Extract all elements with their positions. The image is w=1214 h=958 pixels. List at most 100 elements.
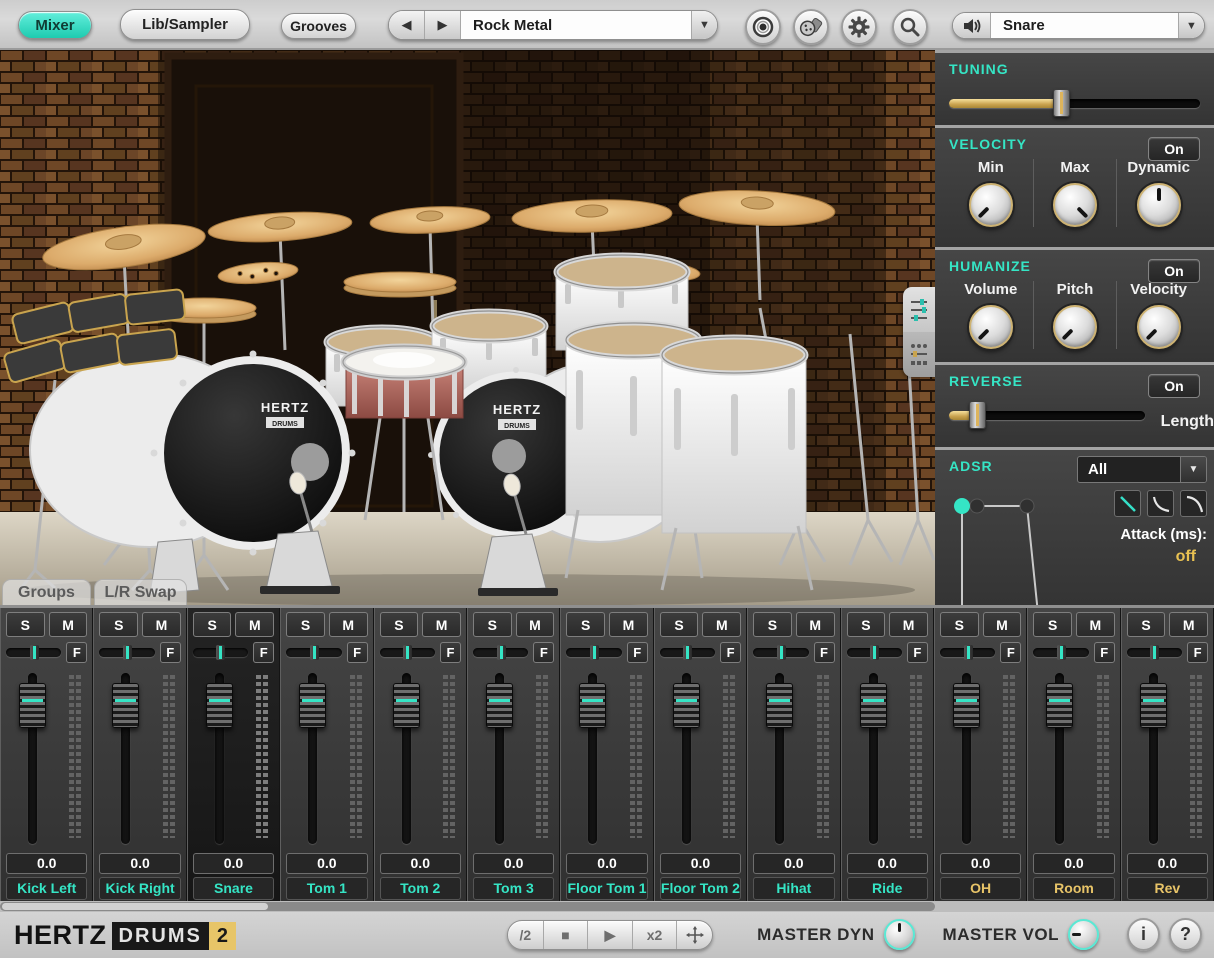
fader-handle[interactable] [579, 683, 606, 728]
reverse-on-button[interactable]: On [1148, 374, 1200, 398]
lib-sampler-tab-button[interactable]: Lib/Sampler [120, 9, 250, 40]
info-button[interactable]: i [1127, 918, 1160, 951]
mute-button[interactable]: M [1169, 612, 1208, 637]
solo-button[interactable]: S [1033, 612, 1072, 637]
pan-handle[interactable] [590, 645, 599, 660]
velocity-dynamic-knob[interactable] [1137, 183, 1181, 227]
fx-button[interactable]: F [66, 642, 87, 663]
reverse-length-slider[interactable] [949, 401, 1145, 429]
pan-handle[interactable] [870, 645, 879, 660]
pan-slider[interactable] [847, 648, 902, 657]
preset-next-button[interactable]: ▶ [425, 11, 461, 39]
mute-button[interactable]: M [49, 612, 88, 637]
velocity-min-knob[interactable] [969, 183, 1013, 227]
pan-handle[interactable] [403, 645, 412, 660]
mixer-channel-kick-left[interactable]: SMF0.0Kick Left [0, 608, 93, 901]
solo-button[interactable]: S [847, 612, 886, 637]
velocity-on-button[interactable]: On [1148, 137, 1200, 161]
fx-button[interactable]: F [1000, 642, 1021, 663]
move-button[interactable] [677, 921, 712, 949]
channel-name[interactable]: Rev [1127, 877, 1208, 900]
mute-button[interactable]: M [1076, 612, 1115, 637]
pan-handle[interactable] [1057, 645, 1066, 660]
solo-button[interactable]: S [286, 612, 325, 637]
channel-name[interactable]: Floor Tom 2 [660, 877, 741, 900]
double-tempo-button[interactable]: x2 [633, 921, 677, 949]
mixer-channel-tom-1[interactable]: SMF0.0Tom 1 [280, 608, 373, 901]
mixer-channel-kick-right[interactable]: SMF0.0Kick Right [93, 608, 186, 901]
groups-tab[interactable]: Groups [2, 579, 91, 605]
drum-kit-scene[interactable]: HERTZ DRUMS HERTZ DRUMS [0, 50, 935, 605]
solo-button[interactable]: S [473, 612, 512, 637]
solo-button[interactable]: S [1127, 612, 1166, 637]
mute-button[interactable]: M [983, 612, 1022, 637]
midi-button[interactable] [793, 9, 829, 45]
solo-button[interactable]: S [660, 612, 699, 637]
linear-curve-icon[interactable] [1114, 490, 1141, 517]
fx-button[interactable]: F [440, 642, 461, 663]
pan-slider[interactable] [473, 648, 528, 657]
mixer-view-button[interactable] [903, 287, 935, 332]
fx-button[interactable]: F [627, 642, 648, 663]
record-button[interactable] [745, 9, 781, 45]
mixer-channel-ride[interactable]: SMF0.0Ride [841, 608, 934, 901]
channel-name[interactable]: Hihat [753, 877, 834, 900]
fx-button[interactable]: F [1094, 642, 1115, 663]
mixer-channel-rev[interactable]: SMF0.0Rev [1121, 608, 1214, 901]
fader-handle[interactable] [299, 683, 326, 728]
fader-handle[interactable] [766, 683, 793, 728]
mixer-channel-oh[interactable]: SMF0.0OH [934, 608, 1027, 901]
mixer-channel-floor-tom-1[interactable]: SMF0.0Floor Tom 1 [560, 608, 653, 901]
preset-prev-button[interactable]: ◀ [389, 11, 425, 39]
channel-name[interactable]: Ride [847, 877, 928, 900]
pan-slider[interactable] [99, 648, 154, 657]
channel-name[interactable]: Tom 3 [473, 877, 554, 900]
solo-button[interactable]: S [6, 612, 45, 637]
pan-handle[interactable] [964, 645, 973, 660]
mixer-channel-room[interactable]: SMF0.0Room [1027, 608, 1120, 901]
pan-slider[interactable] [660, 648, 715, 657]
lr-swap-tab[interactable]: L/R Swap [94, 579, 187, 605]
instrument-name[interactable]: Snare [991, 13, 1178, 38]
channel-name[interactable]: Tom 1 [286, 877, 367, 900]
pan-slider[interactable] [940, 648, 995, 657]
master-dyn-knob[interactable] [884, 919, 915, 950]
mixer-scrollbar-track[interactable] [0, 902, 935, 911]
fader-handle[interactable] [860, 683, 887, 728]
instrument-dropdown-button[interactable]: ▼ [1178, 13, 1204, 38]
exp-curve-icon[interactable] [1147, 490, 1174, 517]
search-button[interactable] [892, 9, 928, 45]
mixer-channel-floor-tom-2[interactable]: SMF0.0Floor Tom 2 [654, 608, 747, 901]
fx-button[interactable]: F [720, 642, 741, 663]
solo-button[interactable]: S [99, 612, 138, 637]
settings-button[interactable] [841, 9, 877, 45]
humanize-pitch-knob[interactable] [1053, 305, 1097, 349]
mixer-channel-snare[interactable]: SMF0.0Snare [187, 608, 280, 901]
solo-button[interactable]: S [380, 612, 419, 637]
adsr-node-start[interactable] [954, 498, 970, 514]
mute-button[interactable]: M [796, 612, 835, 637]
fx-button[interactable]: F [347, 642, 368, 663]
pan-handle[interactable] [30, 645, 39, 660]
pan-slider[interactable] [566, 648, 621, 657]
fx-button[interactable]: F [814, 642, 835, 663]
mute-button[interactable]: M [702, 612, 741, 637]
preset-dropdown-button[interactable]: ▼ [691, 11, 717, 39]
mixer-channel-tom-3[interactable]: SMF0.0Tom 3 [467, 608, 560, 901]
mixer-channel-tom-2[interactable]: SMF0.0Tom 2 [374, 608, 467, 901]
mixer-tab-button[interactable]: Mixer [18, 11, 92, 39]
solo-button[interactable]: S [940, 612, 979, 637]
mute-button[interactable]: M [329, 612, 368, 637]
fader-handle[interactable] [1140, 683, 1167, 728]
pan-slider[interactable] [6, 648, 61, 657]
pan-slider[interactable] [193, 648, 248, 657]
grooves-tab-button[interactable]: Grooves [281, 13, 356, 39]
mute-button[interactable]: M [609, 612, 648, 637]
channel-name[interactable]: Floor Tom 1 [566, 877, 647, 900]
velocity-max-knob[interactable] [1053, 183, 1097, 227]
audition-button[interactable] [953, 13, 991, 38]
pan-handle[interactable] [777, 645, 786, 660]
mute-button[interactable]: M [516, 612, 555, 637]
stop-button[interactable]: ■ [544, 921, 588, 949]
reverse-slider-handle[interactable] [969, 401, 986, 429]
